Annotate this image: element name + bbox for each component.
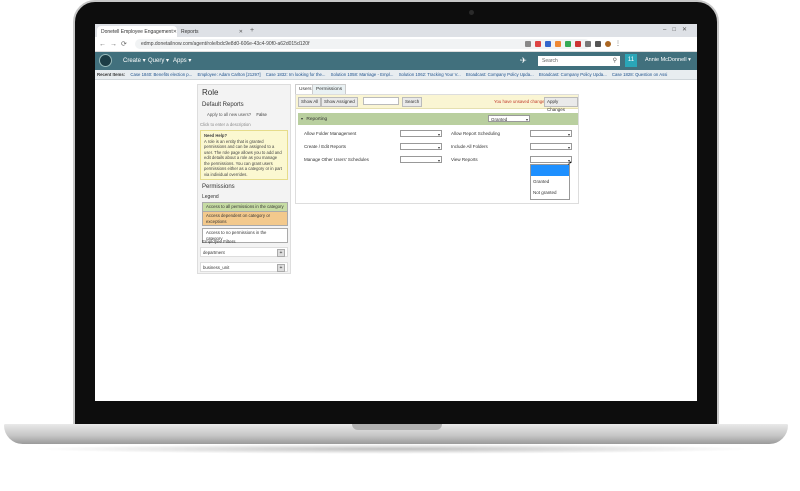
unsaved-changes-text: You have unsaved changes	[494, 99, 547, 104]
mouse-cursor-icon: ➚	[567, 161, 573, 167]
app-header: Create ▾ Query ▾ Apps ▾ ✈ Search ⚲ 11 An…	[95, 52, 697, 70]
profile-avatar-icon[interactable]	[605, 41, 611, 47]
permissions-search-input[interactable]	[363, 97, 399, 105]
menu-query[interactable]: Query ▾	[148, 57, 169, 64]
permission-select[interactable]: ▾	[400, 130, 442, 137]
chevron-down-icon: ▾	[525, 117, 528, 122]
dropdown-option-blank[interactable]	[531, 165, 569, 176]
filter-department: department +	[200, 247, 288, 257]
apply-new-users-row[interactable]: Apply to all new users? False	[207, 112, 267, 117]
apply-new-users-value[interactable]: False	[256, 112, 267, 117]
browser-tab-reports[interactable]: Reports ✕	[177, 26, 247, 37]
filter-business-unit: business_unit +	[200, 262, 288, 272]
view-reports-select[interactable]: ▾	[530, 156, 572, 163]
legend-heading: Legend	[202, 194, 219, 200]
extension-icon[interactable]	[535, 41, 541, 47]
add-icon[interactable]: +	[277, 264, 285, 272]
collapse-icon[interactable]: ▾	[301, 116, 303, 121]
close-icon[interactable]: ✕	[239, 29, 243, 35]
tab-label: Donetell Employee Engagement	[101, 28, 173, 35]
recent-item[interactable]: Case 1828: Question on Assi	[612, 72, 667, 77]
permission-select[interactable]: ▾	[530, 143, 572, 150]
search-button[interactable]: Search	[402, 97, 423, 107]
recent-items-bar: Recent Items: Case 1840: Benefits electi…	[95, 70, 697, 80]
section-permission-select[interactable]: Granted ▾	[488, 115, 530, 122]
section-label: Reporting	[306, 117, 328, 122]
permission-label: Allow Folder Management	[304, 131, 357, 136]
recent-item[interactable]: Broadcast: Company Policy Upda...	[466, 72, 534, 77]
dropdown-option-not-granted[interactable]: Not granted	[531, 187, 569, 198]
extension-icon[interactable]	[595, 41, 601, 47]
chevron-down-icon: ▾	[437, 158, 440, 163]
permissions-heading: Permissions	[202, 184, 235, 190]
section-reporting[interactable]: ▾ Reporting Granted ▾	[298, 113, 578, 125]
app-logo[interactable]	[99, 54, 112, 67]
chevron-down-icon: ▾	[437, 145, 440, 150]
laptop-screen: Donetell Employee Engagement ✕ Reports ✕…	[95, 24, 697, 401]
more-menu-icon[interactable]: ⋮	[615, 41, 621, 47]
show-all-button[interactable]: Show All	[298, 97, 322, 107]
permission-label: Manage Other Users' Schedules	[304, 157, 369, 162]
role-details-panel: Role Default Reports Apply to all new us…	[197, 84, 291, 274]
description-field[interactable]: Click to enter a description	[200, 122, 251, 127]
user-menu[interactable]: Annie McDonnell ▾	[645, 57, 691, 63]
recent-items-label: Recent Items:	[97, 72, 126, 77]
permission-select[interactable]: ▾	[400, 156, 442, 163]
show-assigned-button[interactable]: Show Assigned	[321, 97, 358, 107]
search-placeholder: Search	[542, 58, 558, 64]
extension-icon[interactable]	[575, 41, 581, 47]
dropdown-option-granted[interactable]: Granted	[531, 176, 569, 187]
menu-create[interactable]: Create ▾	[123, 57, 146, 64]
notification-badge[interactable]: 11	[625, 54, 637, 67]
add-icon[interactable]: +	[277, 249, 285, 257]
tab-label: Reports	[181, 28, 199, 35]
extension-icon[interactable]	[585, 41, 591, 47]
chevron-down-icon: ▾	[567, 132, 570, 137]
role-name[interactable]: Default Reports	[202, 102, 244, 108]
chevron-down-icon: ▾	[567, 145, 570, 150]
new-tab-icon[interactable]: +	[250, 27, 254, 34]
search-icon[interactable]: ⚲	[613, 56, 617, 66]
recent-item[interactable]: Employee: Adam Carlton [21297]	[197, 72, 260, 77]
permission-label: Create / Edit Reports	[304, 144, 347, 149]
permissions-toolbar: Show All Show Assigned Search You have u…	[296, 95, 578, 112]
legend-partial-access: Access dependent on category or exceptio…	[202, 211, 288, 226]
laptop-shadow	[30, 444, 760, 454]
permission-select[interactable]: ▾	[400, 143, 442, 150]
navigation-icons[interactable]: ←→⟳	[99, 40, 131, 48]
page-title: Role	[202, 88, 219, 97]
permission-label: Allow Report Scheduling	[451, 131, 501, 136]
extension-icon[interactable]	[565, 41, 571, 47]
search-input[interactable]: Search ⚲	[538, 56, 620, 66]
employee-filters-heading: Employee Filters	[202, 239, 236, 244]
recent-item[interactable]: Broadcast: Company Policy Upda...	[539, 72, 607, 77]
browser-tab-bar: Donetell Employee Engagement ✕ Reports ✕…	[95, 24, 697, 37]
laptop-notch	[352, 424, 442, 430]
extension-icon[interactable]	[545, 41, 551, 47]
menu-apps[interactable]: Apps ▾	[173, 57, 191, 64]
apply-changes-button[interactable]: Apply Changes	[544, 97, 578, 112]
help-text: A role is an entity that is granted perm…	[204, 138, 282, 177]
chevron-down-icon: ▾	[437, 132, 440, 137]
recent-item[interactable]: Solution 1062: Tracking Your V...	[399, 72, 461, 77]
recent-item[interactable]: Case 1840: Benefits election p...	[130, 72, 192, 77]
recent-item[interactable]: Case 1832: Im looking for the...	[266, 72, 326, 77]
url-field[interactable]: edmp.donetailnow.com/agent/role/bdc9e8d0…	[135, 39, 590, 49]
permission-label: Include All Folders	[451, 144, 488, 149]
browser-tab-employee-engagement[interactable]: Donetell Employee Engagement ✕	[97, 26, 177, 37]
help-box: Need Help? A role is an entity that is g…	[200, 130, 288, 180]
window-controls[interactable]: –□✕	[663, 26, 693, 33]
recent-item[interactable]: Solution 1058: Marriage - Empl...	[331, 72, 394, 77]
extension-icons: ⋮	[525, 41, 621, 47]
star-icon[interactable]	[525, 41, 531, 47]
globe-icon[interactable]: ✈	[520, 56, 532, 65]
address-bar-row: ←→⟳ edmp.donetailnow.com/agent/role/bdc9…	[95, 37, 697, 52]
tab-permissions[interactable]: Permissions	[312, 84, 347, 94]
permission-label: View Reports	[451, 157, 478, 162]
view-reports-dropdown: Granted Not granted	[530, 164, 570, 200]
permission-select[interactable]: ▾	[530, 130, 572, 137]
webcam	[469, 10, 474, 15]
extension-icon[interactable]	[555, 41, 561, 47]
